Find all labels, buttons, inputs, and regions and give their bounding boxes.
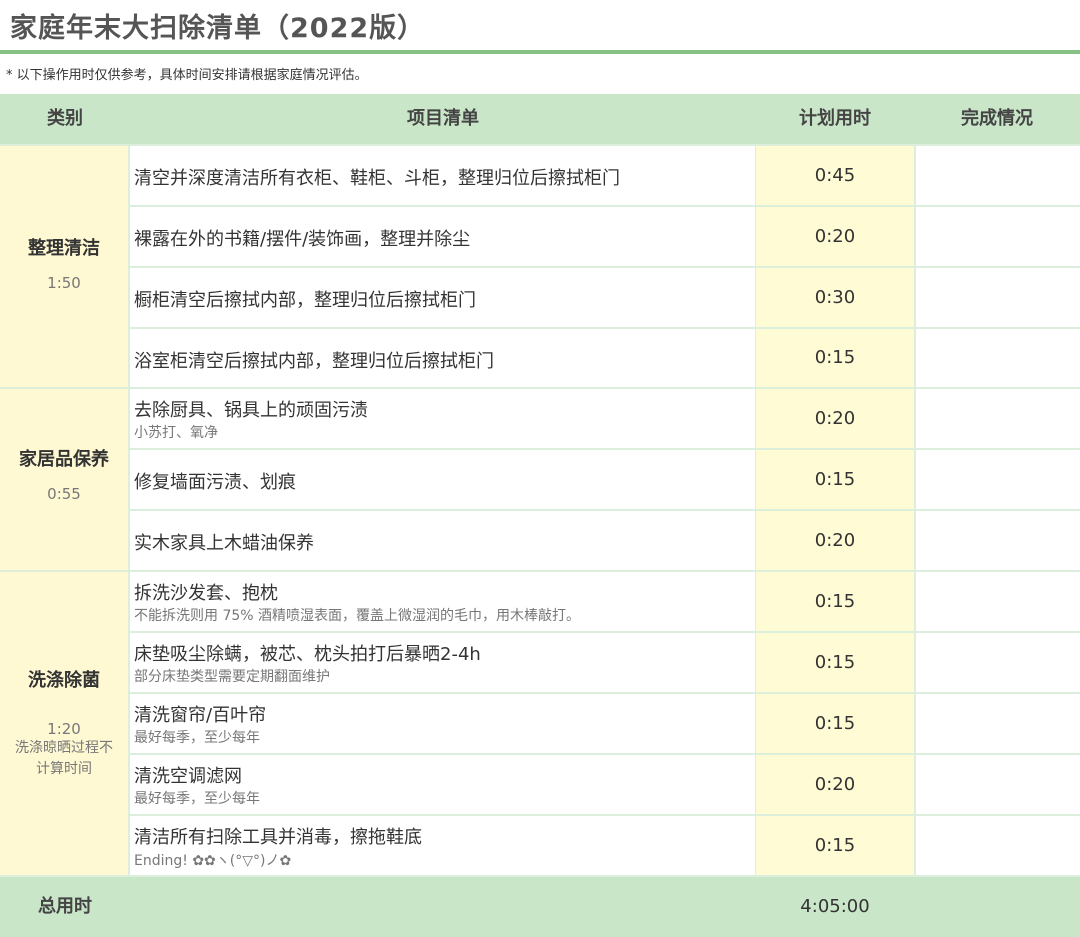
item-text: 浴室柜清空后擦拭内部，整理归位后擦拭柜门 — [134, 351, 494, 372]
time-cell: 0:15 — [756, 329, 914, 387]
category-note: 计算时间 — [36, 761, 92, 777]
item-subtext: 不能拆洗则用 75% 酒精喷湿表面，覆盖上微湿润的毛巾，用木棒敲打。 — [134, 608, 581, 624]
item-text: 清洁所有扫除工具并消毒，擦拖鞋底 — [134, 827, 422, 848]
total-time: 4:05:00 — [800, 896, 870, 917]
checklist-table: 类别 项目清单 计划用时 完成情况 整理清洁 1:50 清空并深度清洁所有衣柜、… — [0, 94, 1080, 937]
time-cell: 0:20 — [756, 755, 914, 814]
header-status: 完成情况 — [961, 108, 1033, 129]
item-subtext: 部分床垫类型需要定期翻面维护 — [134, 669, 330, 685]
title-divider — [0, 50, 1080, 54]
time-cell: 0:15 — [756, 633, 914, 692]
time-cell: 0:20 — [756, 389, 914, 448]
category-name: 整理清洁 — [28, 238, 100, 259]
category-name: 洗涤除菌 — [28, 670, 100, 691]
category-time: 1:20 — [47, 720, 81, 738]
time-cell: 0:15 — [756, 572, 914, 631]
category-note: 洗涤晾晒过程不 — [15, 740, 113, 756]
table-row: 清洁所有扫除工具并消毒，擦拖鞋底 Ending! ✿✿ヽ(°▽°)ノ✿ — [130, 816, 755, 875]
category-time: 1:50 — [47, 274, 81, 292]
status-cell[interactable] — [916, 633, 1080, 692]
total-row — [0, 877, 1080, 937]
item-text: 实木家具上木蜡油保养 — [134, 533, 314, 554]
table-row: 裸露在外的书籍/摆件/装饰画，整理并除尘 — [130, 207, 755, 266]
time-cell: 0:20 — [756, 207, 914, 266]
item-subtext: 小苏打、氧净 — [134, 425, 218, 441]
title-bar: 家庭年末大扫除清单（2022版） — [0, 0, 1080, 50]
category-time: 0:55 — [47, 485, 81, 503]
item-text: 去除厨具、锅具上的顽固污渍 — [134, 400, 368, 421]
status-cell[interactable] — [916, 146, 1080, 205]
table-row: 清洗窗帘/百叶帘 最好每季，至少每年 — [130, 694, 755, 753]
header-items: 项目清单 — [407, 108, 479, 129]
status-cell[interactable] — [916, 389, 1080, 448]
status-cell[interactable] — [916, 572, 1080, 631]
status-cell[interactable] — [916, 755, 1080, 814]
status-cell[interactable] — [916, 450, 1080, 509]
time-cell: 0:30 — [756, 268, 914, 327]
table-row: 清空并深度清洁所有衣柜、鞋柜、斗柜，整理归位后擦拭柜门 — [130, 146, 755, 205]
item-text: 修复墙面污渍、划痕 — [134, 472, 296, 493]
category-cell: 家居品保养 0:55 — [0, 389, 128, 570]
time-cell: 0:20 — [756, 511, 914, 570]
category-cell: 洗涤除菌 1:20 洗涤晾晒过程不 计算时间 — [0, 572, 128, 875]
status-cell[interactable] — [916, 816, 1080, 875]
time-cell: 0:15 — [756, 816, 914, 875]
category-name: 家居品保养 — [19, 449, 109, 470]
status-cell[interactable] — [916, 207, 1080, 266]
table-row: 橱柜清空后擦拭内部，整理归位后擦拭柜门 — [130, 268, 755, 327]
item-text: 清空并深度清洁所有衣柜、鞋柜、斗柜，整理归位后擦拭柜门 — [134, 168, 620, 189]
item-text: 裸露在外的书籍/摆件/装饰画，整理并除尘 — [134, 229, 471, 250]
table-row: 清洗空调滤网 最好每季，至少每年 — [130, 755, 755, 814]
item-text: 床垫吸尘除螨，被芯、枕头拍打后暴晒2-4h — [134, 644, 481, 665]
item-subtext: 最好每季，至少每年 — [134, 730, 260, 746]
item-text: 清洗空调滤网 — [134, 766, 242, 787]
item-subtext: 最好每季，至少每年 — [134, 791, 260, 807]
status-cell[interactable] — [916, 694, 1080, 753]
total-label: 总用时 — [38, 896, 92, 917]
item-subtext: Ending! ✿✿ヽ(°▽°)ノ✿ — [134, 853, 292, 869]
table-row: 去除厨具、锅具上的顽固污渍 小苏打、氧净 — [130, 389, 755, 448]
table-row: 修复墙面污渍、划痕 — [130, 450, 755, 509]
status-cell[interactable] — [916, 511, 1080, 570]
item-text: 清洗窗帘/百叶帘 — [134, 705, 267, 726]
item-text: 拆洗沙发套、抱枕 — [134, 583, 278, 604]
page-title: 家庭年末大扫除清单（2022版） — [10, 13, 426, 44]
status-cell[interactable] — [916, 268, 1080, 327]
time-cell: 0:45 — [756, 146, 914, 205]
table-row: 浴室柜清空后擦拭内部，整理归位后擦拭柜门 — [130, 329, 755, 387]
table-row: 床垫吸尘除螨，被芯、枕头拍打后暴晒2-4h 部分床垫类型需要定期翻面维护 — [130, 633, 755, 692]
category-cell: 整理清洁 1:50 — [0, 146, 128, 387]
header-time: 计划用时 — [799, 108, 871, 129]
header-category: 类别 — [47, 108, 83, 129]
time-cell: 0:15 — [756, 694, 914, 753]
table-row: 实木家具上木蜡油保养 — [130, 511, 755, 570]
item-text: 橱柜清空后擦拭内部，整理归位后擦拭柜门 — [134, 290, 476, 311]
footnote: * 以下操作用时仅供参考，具体时间安排请根据家庭情况评估。 — [6, 68, 368, 83]
status-cell[interactable] — [916, 329, 1080, 387]
table-row: 拆洗沙发套、抱枕 不能拆洗则用 75% 酒精喷湿表面，覆盖上微湿润的毛巾，用木棒… — [130, 572, 755, 631]
time-cell: 0:15 — [756, 450, 914, 509]
